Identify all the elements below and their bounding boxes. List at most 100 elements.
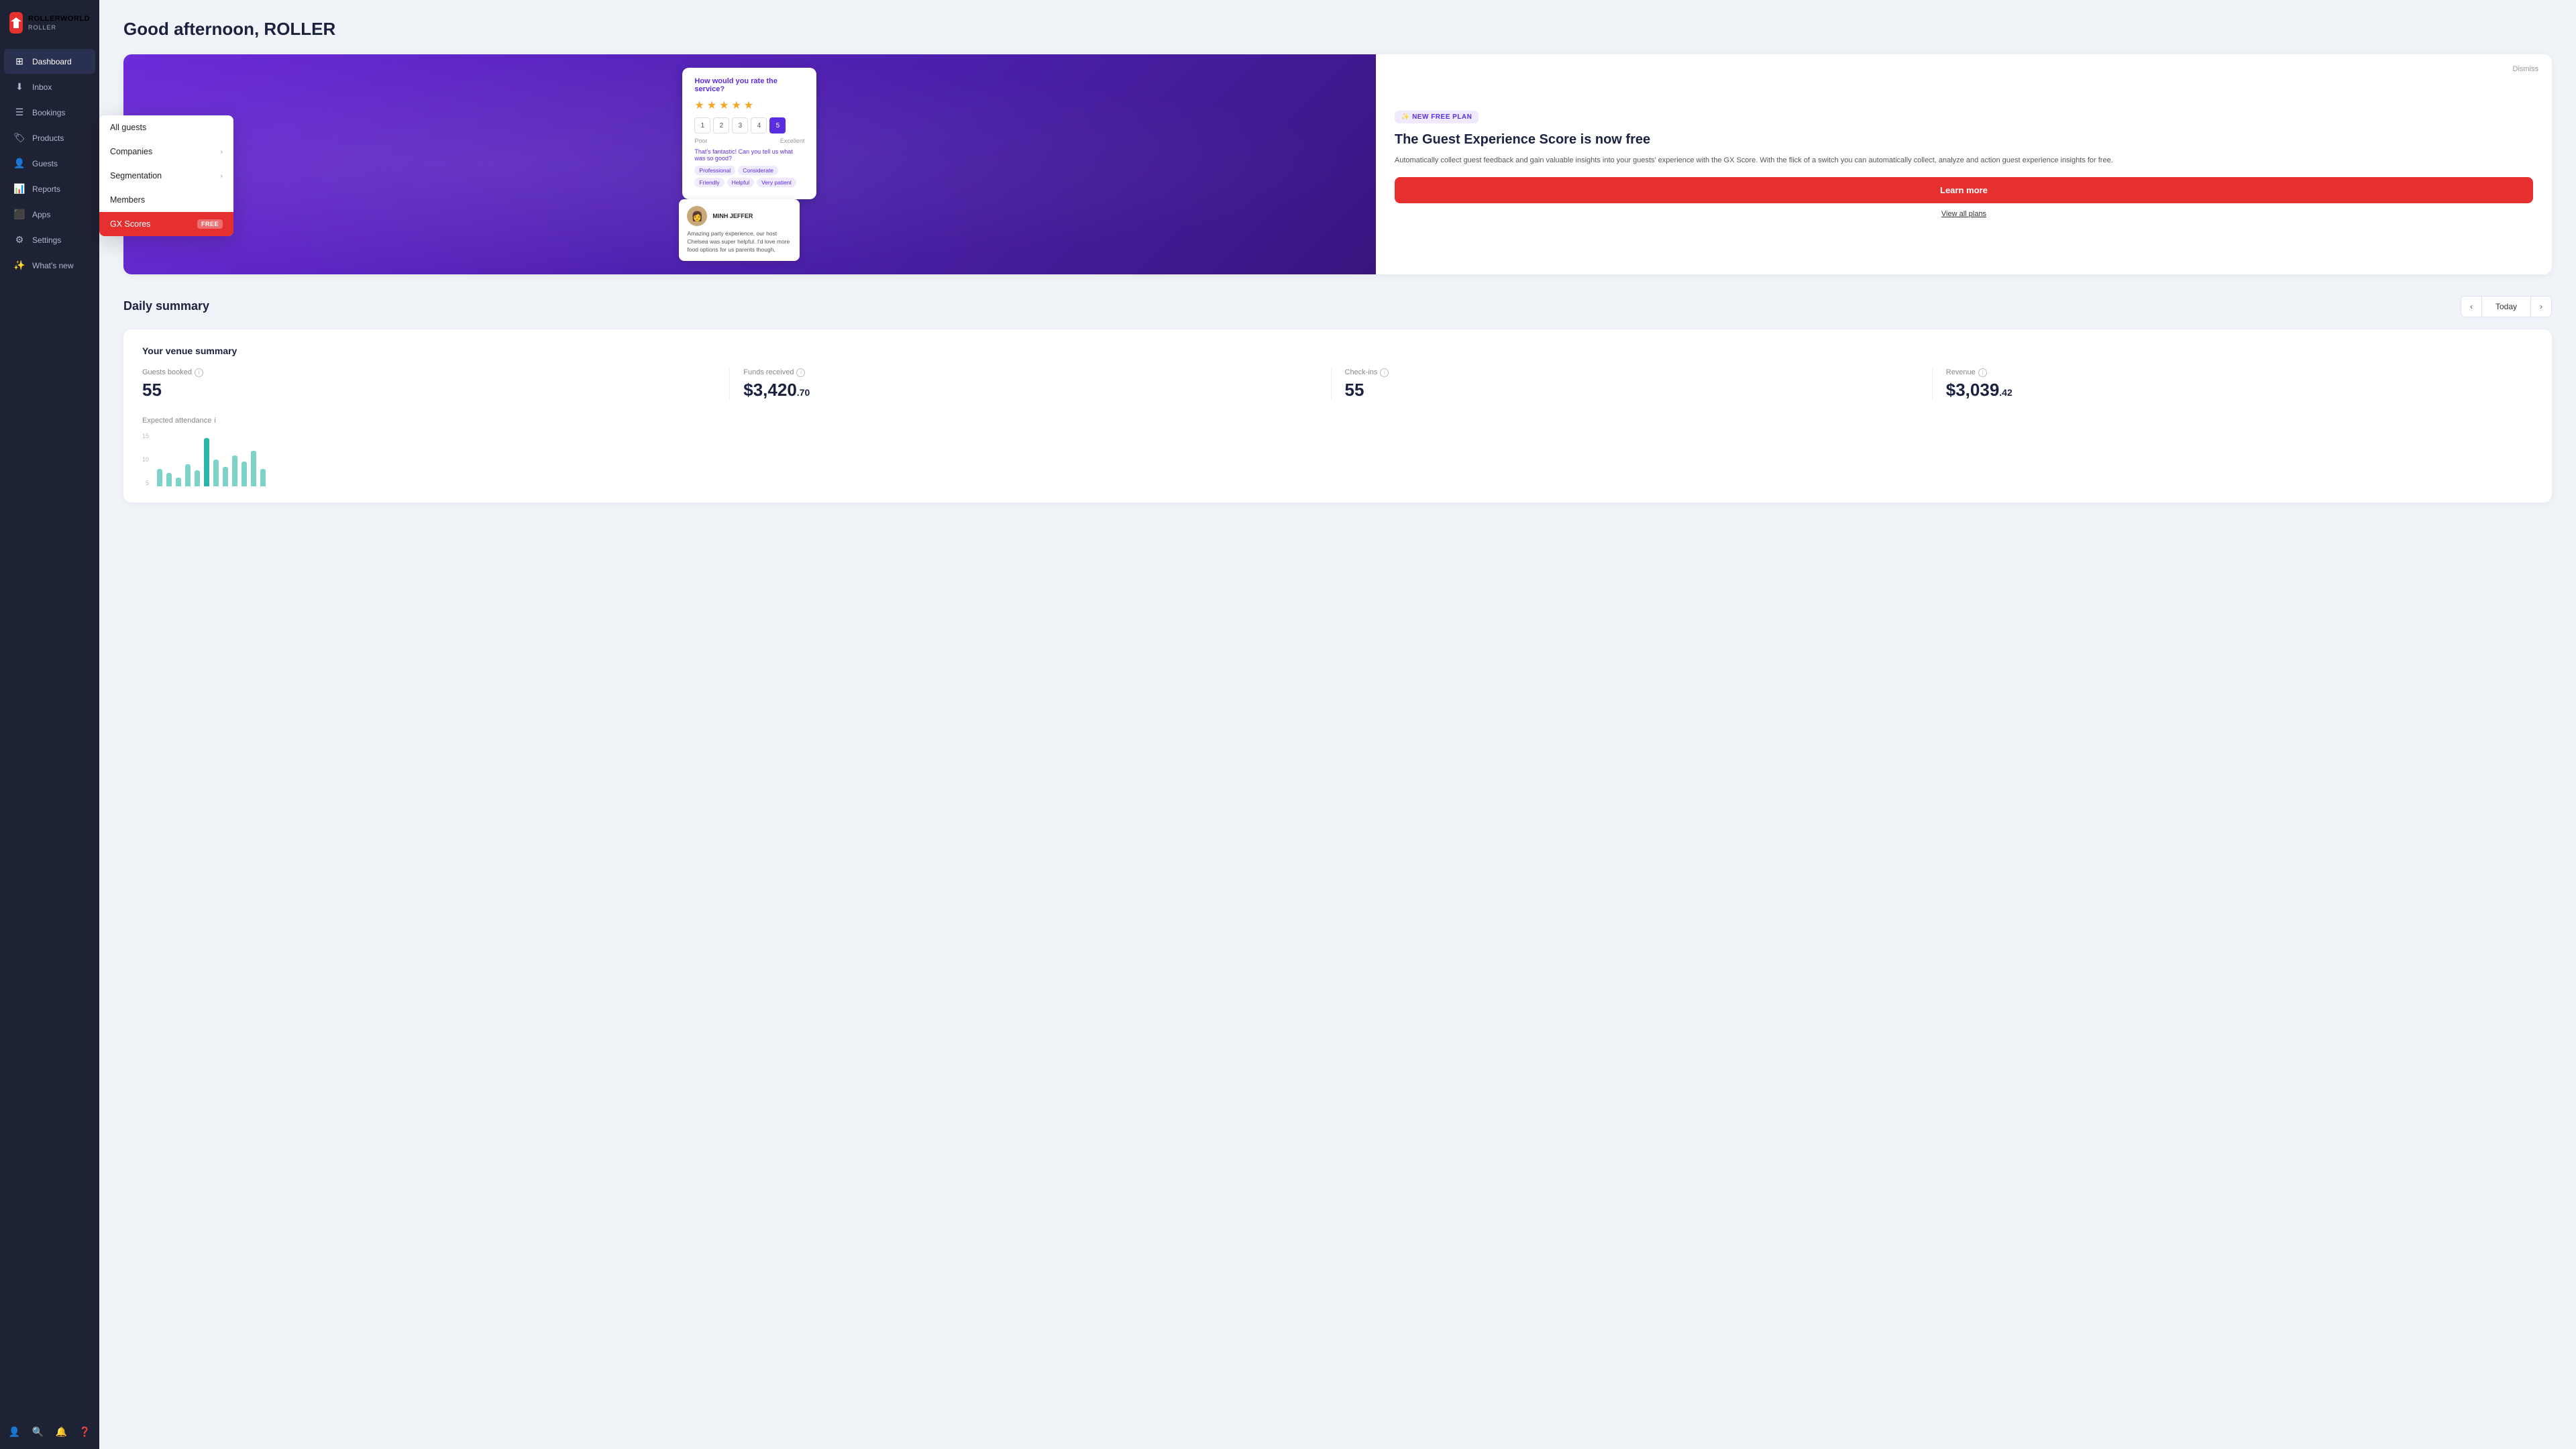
star-3: ★: [719, 99, 729, 112]
inbox-icon: ⬇: [13, 81, 25, 93]
survey-widget: How would you rate the service? ★ ★ ★ ★ …: [669, 54, 830, 274]
dismiss-button[interactable]: Dismiss: [2513, 65, 2539, 73]
revenue-info-icon[interactable]: i: [1978, 368, 1987, 377]
dropdown-item-members[interactable]: Members: [99, 188, 233, 212]
sidebar-item-bookings[interactable]: ☰ Bookings: [4, 100, 95, 125]
promo-badge: ✨ NEW FREE PLAN: [1395, 111, 1479, 123]
reports-icon: 📊: [13, 183, 25, 195]
reviewer-row: 👩 MINH JEFFER: [687, 206, 792, 226]
chart-bar: [176, 478, 181, 486]
sidebar-item-guests[interactable]: 👤 Guests: [4, 151, 95, 176]
chart-bar: [232, 455, 237, 486]
chart-bar: [204, 438, 209, 486]
survey-box: How would you rate the service? ★ ★ ★ ★ …: [682, 68, 816, 199]
promo-right: Dismiss ✨ NEW FREE PLAN The Guest Experi…: [1376, 54, 2552, 274]
sidebar: ROLLERWORLD ROLLER ⊞ Dashboard ⬇ Inbox ☰…: [0, 0, 99, 1449]
current-date-label: Today: [2482, 296, 2530, 317]
sidebar-item-products[interactable]: 🏷 Products: [4, 125, 95, 150]
star-2: ★: [707, 99, 716, 112]
funds-received-value: $3,420.70: [743, 380, 1317, 400]
funds-received-label: Funds received i: [743, 368, 1317, 377]
dropdown-item-gx-scores[interactable]: GX Scores FREE: [99, 212, 233, 236]
search-icon[interactable]: 🔍: [28, 1421, 48, 1442]
rating-btn-3[interactable]: 3: [732, 117, 748, 133]
chart-bar: [260, 469, 266, 486]
logo-area[interactable]: ROLLERWORLD ROLLER: [0, 0, 99, 46]
main-content: Good afternoon, ROLLER How would you rat…: [99, 0, 2576, 1449]
tag-patient[interactable]: Very patient: [757, 178, 796, 187]
check-ins-value: 55: [1345, 380, 1919, 400]
guests-booked-value: 55: [142, 380, 716, 400]
promo-title: The Guest Experience Score is now free: [1395, 131, 2533, 148]
prev-date-button[interactable]: ‹: [2461, 296, 2482, 317]
settings-icon: ⚙: [13, 234, 25, 246]
survey-question: How would you rate the service?: [694, 77, 804, 93]
logo-text: ROLLERWORLD ROLLER: [28, 15, 90, 30]
check-ins-info-icon[interactable]: i: [1380, 368, 1389, 377]
check-ins-label: Check-ins i: [1345, 368, 1919, 377]
expected-attendance-label: Expected attendance i: [142, 417, 2533, 425]
bookings-icon: ☰: [13, 107, 25, 118]
notifications-icon[interactable]: 🔔: [51, 1421, 72, 1442]
view-all-plans-link[interactable]: View all plans: [1395, 210, 2533, 218]
chart-bar: [166, 473, 172, 486]
feedback-label: Poor Excellent: [694, 138, 804, 144]
guests-dropdown-menu: All guests Companies › Segmentation › Me…: [99, 115, 233, 236]
avatar: 👩: [687, 206, 707, 226]
promo-visual: How would you rate the service? ★ ★ ★ ★ …: [123, 54, 1376, 274]
products-icon: 🏷: [13, 132, 25, 144]
review-card: 👩 MINH JEFFER Amazing party experience, …: [679, 199, 800, 261]
dropdown-item-segmentation[interactable]: Segmentation ›: [99, 164, 233, 188]
expected-attendance-info-icon[interactable]: i: [214, 417, 215, 425]
chart-bar: [251, 451, 256, 486]
guests-booked-info-icon[interactable]: i: [195, 368, 203, 377]
daily-summary-header: Daily summary ‹ Today ›: [123, 296, 2552, 317]
user-profile-icon[interactable]: 👤: [4, 1421, 25, 1442]
chart-y-labels: 15 10 5: [142, 433, 154, 486]
rating-btn-1[interactable]: 1: [694, 117, 710, 133]
sidebar-item-apps[interactable]: ⬛ Apps: [4, 202, 95, 227]
chart-bar: [185, 464, 191, 486]
chart-bar: [241, 462, 247, 486]
chevron-right-icon: ›: [221, 148, 223, 156]
sidebar-item-whats-new[interactable]: ✨ What's new: [4, 253, 95, 278]
apps-icon: ⬛: [13, 209, 25, 220]
star-5: ★: [744, 99, 753, 112]
venue-summary-title: Your venue summary: [142, 345, 2533, 356]
expected-attendance-chart: [154, 433, 268, 486]
rating-btn-4[interactable]: 4: [751, 117, 767, 133]
metric-guests-booked: Guests booked i 55: [142, 368, 729, 400]
revenue-value: $3,039.42: [1946, 380, 2520, 400]
star-row: ★ ★ ★ ★ ★: [694, 99, 804, 112]
tag-considerate[interactable]: Considerate: [738, 166, 778, 175]
chart-bar: [213, 460, 219, 486]
sidebar-item-dashboard[interactable]: ⊞ Dashboard: [4, 49, 95, 74]
rating-btn-5[interactable]: 5: [769, 117, 786, 133]
tag-row: Professional Considerate Friendly Helpfu…: [694, 166, 804, 187]
metric-check-ins: Check-ins i 55: [1331, 368, 1932, 400]
greeting-text: Good afternoon, ROLLER: [123, 19, 2552, 40]
promo-card: How would you rate the service? ★ ★ ★ ★ …: [123, 54, 2552, 274]
help-icon[interactable]: ❓: [74, 1421, 95, 1442]
chart-bar: [195, 470, 200, 486]
promo-desc: Automatically collect guest feedback and…: [1395, 155, 2533, 167]
chart-bar: [157, 469, 162, 486]
revenue-label: Revenue i: [1946, 368, 2520, 377]
whats-new-icon: ✨: [13, 260, 25, 271]
tag-friendly[interactable]: Friendly: [694, 178, 724, 187]
sidebar-item-inbox[interactable]: ⬇ Inbox: [4, 74, 95, 99]
star-1: ★: [694, 99, 704, 112]
sidebar-item-reports[interactable]: 📊 Reports: [4, 176, 95, 201]
sidebar-item-settings[interactable]: ⚙ Settings: [4, 227, 95, 252]
tag-helpful[interactable]: Helpful: [727, 178, 754, 187]
rating-btn-2[interactable]: 2: [713, 117, 729, 133]
funds-received-info-icon[interactable]: i: [796, 368, 805, 377]
dropdown-item-companies[interactable]: Companies ›: [99, 140, 233, 164]
tag-professional[interactable]: Professional: [694, 166, 735, 175]
learn-more-button[interactable]: Learn more: [1395, 177, 2533, 203]
dropdown-item-all-guests[interactable]: All guests: [99, 115, 233, 140]
daily-summary-title: Daily summary: [123, 299, 209, 313]
venue-summary-card: Your venue summary Guests booked i 55 Fu…: [123, 329, 2552, 502]
guests-booked-label: Guests booked i: [142, 368, 716, 377]
next-date-button[interactable]: ›: [2530, 296, 2552, 317]
